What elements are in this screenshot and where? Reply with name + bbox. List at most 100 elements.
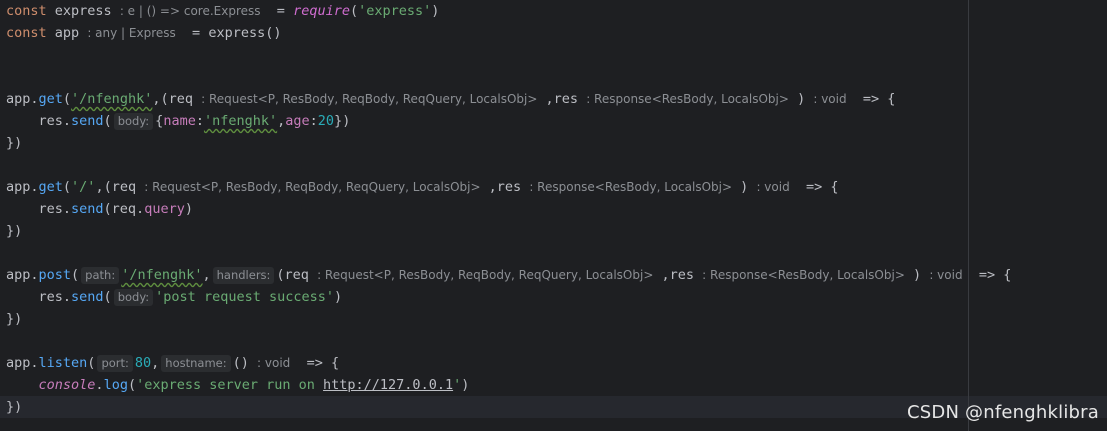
return-hint: : void xyxy=(257,356,291,370)
string-literal: 'post request success' xyxy=(155,289,334,305)
closing-brace: }) xyxy=(6,223,23,239)
dot: . xyxy=(95,377,104,393)
return-hint: : void xyxy=(756,180,790,194)
return-hint: : void xyxy=(813,92,847,106)
paren: ) xyxy=(913,267,922,283)
right-margin-guide xyxy=(968,0,969,431)
paren: ( xyxy=(127,377,137,393)
code-line-2[interactable]: const app : any | Express = express() xyxy=(6,22,281,44)
object-ref: app. xyxy=(6,91,39,107)
method-name: post xyxy=(38,267,72,283)
property: query xyxy=(144,201,185,217)
string-literal: 'express' xyxy=(358,3,432,19)
param: ,(req xyxy=(95,179,137,195)
param-hint: path: xyxy=(81,267,120,284)
param-hint: hostname: xyxy=(161,355,231,372)
paren: ) xyxy=(333,289,343,305)
object-ref: res. xyxy=(38,201,72,217)
url-link[interactable]: http://127.0.0.1 xyxy=(323,377,453,393)
operator: = xyxy=(276,3,285,19)
code-line-15[interactable]: }) xyxy=(6,308,22,330)
arrow: => { xyxy=(978,267,1012,283)
paren: ) xyxy=(740,179,749,195)
param: ,(req xyxy=(152,91,193,107)
colon: : xyxy=(309,113,318,129)
code-line-13[interactable]: app.post(path: '/nfenghk', handlers: (req :… xyxy=(6,264,1011,286)
object-ref: app. xyxy=(6,355,39,371)
param-hint: handlers: xyxy=(212,267,275,284)
code-line-19[interactable]: }) xyxy=(6,396,22,418)
method-name: send xyxy=(71,113,104,129)
param: ,res xyxy=(537,91,579,107)
code-line-14[interactable]: res.send(body:'post request success') xyxy=(6,286,342,308)
param: (req xyxy=(276,267,309,283)
param-hint: body: xyxy=(113,113,154,130)
paren: ( xyxy=(62,91,72,107)
type-hint: : any | Express xyxy=(87,26,176,40)
code-line-10[interactable]: res.send(req.query) xyxy=(6,198,193,220)
method-name: send xyxy=(71,289,104,305)
code-line-17[interactable]: app.listen(port: 80, hostname:() : void =>… xyxy=(6,352,339,374)
route-path: '/' xyxy=(71,179,96,195)
method-name: listen xyxy=(38,355,88,371)
brace: }) xyxy=(334,113,351,129)
arrow: => { xyxy=(805,179,839,195)
code-line-6[interactable]: res.send(body: {name:'nfenghk',age:20}) xyxy=(6,110,350,132)
route-path: '/nfenghk' xyxy=(121,267,203,283)
object-ref: app. xyxy=(6,267,39,283)
code-line-1[interactable]: const express : e | () => core.Express =… xyxy=(6,0,439,22)
paren: ( xyxy=(87,355,96,371)
closing-brace: }) xyxy=(6,311,23,327)
operator: = xyxy=(192,25,201,41)
type-hint: : Request<P, ResBody, ReqBody, ReqQuery,… xyxy=(201,92,538,106)
type-hint: : e | () => core.Express xyxy=(119,4,261,18)
type-hint: : Request<P, ResBody, ReqBody, ReqQuery,… xyxy=(144,180,481,194)
string-literal: 'nfenghk' xyxy=(203,113,278,129)
number-literal: 20 xyxy=(317,113,335,129)
type-hint: : Request<P, ResBody, ReqBody, ReqQuery,… xyxy=(317,268,654,282)
return-hint: : void xyxy=(929,268,963,282)
paren: ( xyxy=(71,267,80,283)
paren: ( xyxy=(103,289,112,305)
code-line-7[interactable]: }) xyxy=(6,132,22,154)
param: ,res xyxy=(653,267,695,283)
type-hint: : Response<ResBody, LocalsObj> xyxy=(529,180,733,194)
object-key: name xyxy=(163,113,196,129)
string-literal: 'express server run on xyxy=(136,377,324,393)
type-hint: : Response<ResBody, LocalsObj> xyxy=(586,92,789,106)
keyword: const xyxy=(6,3,47,19)
comma: , xyxy=(151,355,160,371)
identifier: express xyxy=(54,3,112,19)
closing-brace: }) xyxy=(6,135,23,151)
number-literal: 80 xyxy=(134,355,152,371)
code-editor[interactable]: const express : e | () => core.Express =… xyxy=(0,0,1107,431)
param: ,res xyxy=(480,179,522,195)
object-ref: res. xyxy=(38,289,72,305)
arrow: => { xyxy=(306,355,340,371)
identifier: app xyxy=(54,25,80,41)
code-line-9[interactable]: app.get('/',(req : Request<P, ResBody, R… xyxy=(6,176,839,198)
method-name: get xyxy=(38,179,63,195)
code-line-11[interactable]: }) xyxy=(6,220,22,242)
method-name: log xyxy=(103,377,128,393)
argument: (req. xyxy=(103,201,145,217)
code-line-18[interactable]: console.log('express server run on http:… xyxy=(6,374,470,396)
route-path: '/nfenghk' xyxy=(71,91,153,107)
function-name: require xyxy=(293,3,350,19)
code-line-5[interactable]: app.get('/nfenghk',(req : Request<P, Res… xyxy=(6,88,895,110)
type-hint: : Response<ResBody, LocalsObj> xyxy=(702,268,905,282)
paren: ( xyxy=(62,179,72,195)
object-ref: app. xyxy=(6,179,39,195)
param-hint: port: xyxy=(97,355,133,372)
paren: ) xyxy=(797,91,806,107)
colon: : xyxy=(195,113,204,129)
method-name: get xyxy=(38,91,63,107)
param-hint: body: xyxy=(113,289,154,306)
method-name: send xyxy=(71,201,104,217)
object-ref: res. xyxy=(38,113,72,129)
closing-brace: }) xyxy=(6,399,23,415)
paren: ) xyxy=(461,377,470,393)
arrow: => { xyxy=(862,91,896,107)
keyword: const xyxy=(6,25,47,41)
paren: ) xyxy=(184,201,193,217)
